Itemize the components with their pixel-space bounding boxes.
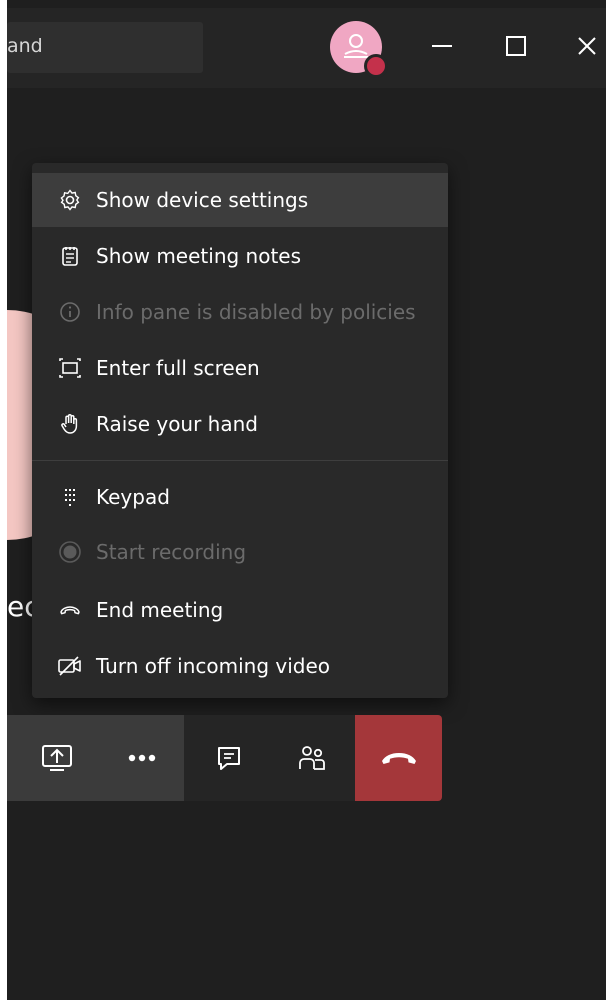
info-icon bbox=[50, 285, 90, 339]
keypad-icon bbox=[50, 470, 90, 524]
maximize-button[interactable] bbox=[502, 32, 530, 60]
menu-item-info-pane-disabled: Info pane is disabled by policies bbox=[32, 285, 448, 339]
search-input[interactable]: and bbox=[7, 22, 203, 73]
call-controls-bar bbox=[7, 715, 442, 801]
maximize-icon bbox=[506, 36, 526, 56]
menu-item-start-recording-disabled: Start recording bbox=[32, 525, 448, 579]
video-off-icon bbox=[50, 639, 90, 693]
share-screen-icon bbox=[42, 745, 72, 771]
menu-item-keypad[interactable]: Keypad bbox=[32, 470, 448, 524]
participants-button[interactable] bbox=[285, 715, 339, 801]
raise-hand-icon bbox=[50, 397, 90, 451]
fullscreen-icon bbox=[50, 341, 90, 395]
close-icon bbox=[578, 37, 596, 55]
menu-item-device-settings[interactable]: Show device settings bbox=[32, 173, 448, 227]
chat-button[interactable] bbox=[202, 715, 256, 801]
chat-icon bbox=[218, 747, 240, 770]
share-screen-button[interactable] bbox=[27, 715, 87, 801]
search-text: and bbox=[7, 35, 43, 57]
minimize-button[interactable] bbox=[428, 32, 456, 60]
hang-up-button[interactable] bbox=[355, 715, 442, 801]
participants-icon bbox=[299, 746, 325, 770]
left-edge bbox=[0, 0, 7, 1000]
minimize-icon bbox=[432, 45, 452, 47]
notes-icon bbox=[50, 229, 90, 283]
menu-item-end-meeting[interactable]: End meeting bbox=[32, 583, 448, 637]
hang-up-icon bbox=[381, 753, 416, 764]
gear-icon bbox=[50, 173, 90, 227]
menu-item-full-screen[interactable]: Enter full screen bbox=[32, 341, 448, 395]
menu-divider bbox=[32, 460, 448, 461]
more-actions-menu: Show device settings Show meeting notes bbox=[32, 163, 448, 698]
close-button[interactable] bbox=[573, 32, 601, 60]
end-meeting-icon bbox=[50, 583, 90, 637]
record-icon bbox=[50, 525, 90, 579]
more-actions-button[interactable] bbox=[112, 715, 172, 801]
menu-item-turn-off-incoming-video[interactable]: Turn off incoming video bbox=[32, 639, 448, 693]
presence-busy-badge bbox=[364, 54, 388, 78]
menu-item-raise-hand[interactable]: Raise your hand bbox=[32, 397, 448, 451]
menu-item-meeting-notes[interactable]: Show meeting notes bbox=[32, 229, 448, 283]
more-icon bbox=[128, 754, 156, 762]
